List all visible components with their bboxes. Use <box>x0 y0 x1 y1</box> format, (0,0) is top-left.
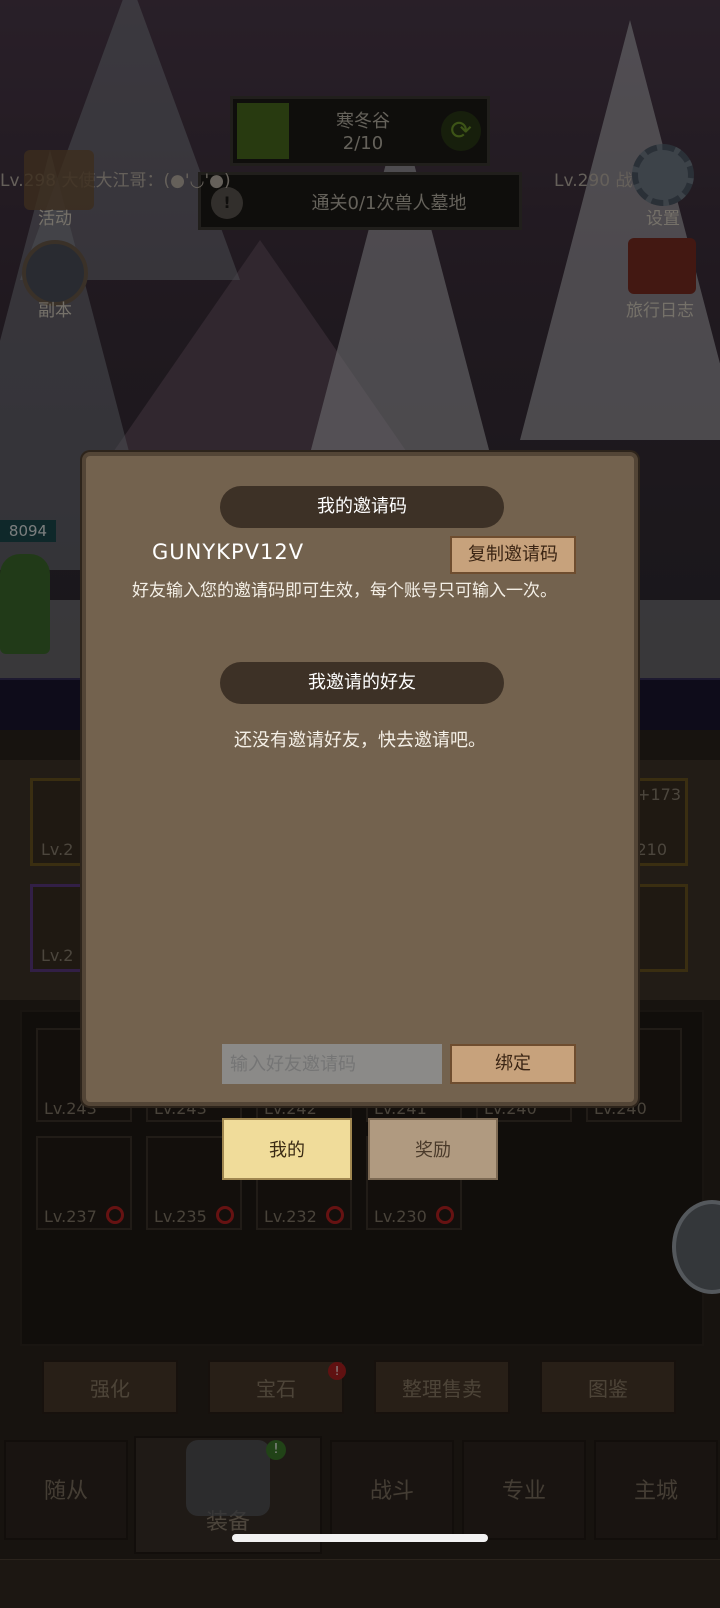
my-invite-code-header: 我的邀请码 <box>220 486 504 528</box>
invite-code: GUNYKPV12V <box>152 540 305 564</box>
invited-friends-header: 我邀请的好友 <box>220 662 504 704</box>
invite-description: 好友输入您的邀请码即可生效，每个账号只可输入一次。 <box>132 581 557 601</box>
copy-code-button[interactable]: 复制邀请码 <box>450 536 576 574</box>
no-friends-text: 还没有邀请好友，快去邀请吧。 <box>234 730 486 751</box>
tab-mine[interactable]: 我的 <box>222 1118 352 1180</box>
bind-button[interactable]: 绑定 <box>450 1044 576 1084</box>
invite-dialog: 我的邀请码 GUNYKPV12V 复制邀请码 好友输入您的邀请码即可生效，每个账… <box>82 452 638 1106</box>
home-indicator[interactable] <box>232 1534 488 1542</box>
friend-code-input[interactable] <box>222 1044 442 1084</box>
tab-reward[interactable]: 奖励 <box>368 1118 498 1180</box>
